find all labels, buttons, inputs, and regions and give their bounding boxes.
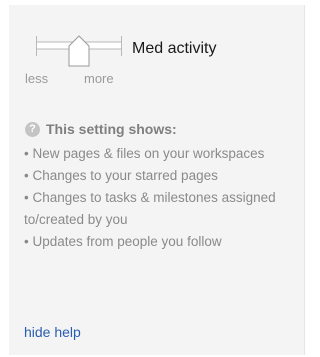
help-list: • New pages & files on your workspaces •… [24,143,299,253]
activity-slider[interactable] [36,32,122,72]
scale-min-label: less [25,71,49,86]
scale-max-label: more [84,71,114,86]
help-list-item: • Changes to tasks & milestones assigned… [24,190,276,227]
question-mark-icon: ? [25,121,40,137]
activity-settings-panel: Med activity less more ? This setting sh… [9,5,305,355]
help-list-item: • Changes to your starred pages [24,168,218,183]
slider-handle[interactable] [68,35,90,67]
help-title: This setting shows: [46,121,177,137]
help-list-item: • New pages & files on your workspaces [24,146,265,161]
help-list-item: • Updates from people you follow [24,234,222,249]
help-heading: ? This setting shows: [25,119,177,139]
slider-graphic [36,35,122,67]
hide-help-link[interactable]: hide help [24,324,81,340]
activity-level-label: Med activity [132,40,217,57]
